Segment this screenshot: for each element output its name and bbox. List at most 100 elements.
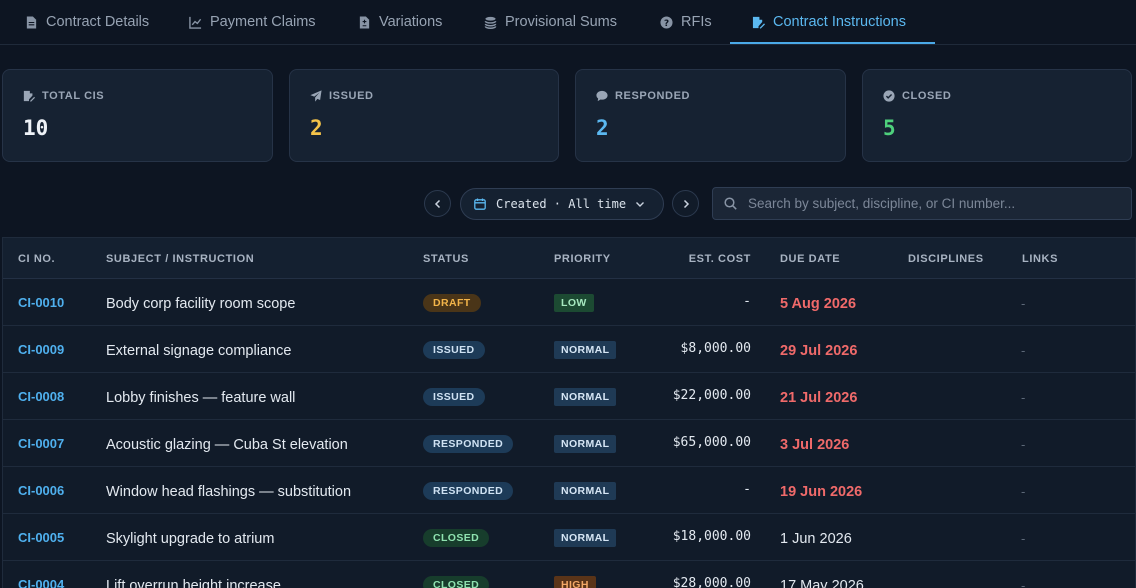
status-badge: ISSUED bbox=[423, 341, 485, 359]
subject-text: Lobby finishes — feature wall bbox=[106, 390, 296, 406]
search-icon bbox=[724, 197, 737, 210]
stat-card-total: TOTAL CIS 10 bbox=[2, 69, 273, 162]
status-badge: DRAFT bbox=[423, 294, 481, 312]
estimated-cost: $18,000.00 bbox=[672, 529, 751, 544]
tab-contract-instructions[interactable]: Contract Instructions bbox=[751, 0, 906, 44]
edit-document-icon bbox=[751, 15, 765, 29]
tab-provisional-sums[interactable]: Provisional Sums bbox=[483, 0, 617, 44]
subject-text: Window head flashings — substitution bbox=[106, 484, 352, 500]
file-diff-icon bbox=[357, 15, 371, 29]
question-circle-icon: ? bbox=[659, 15, 673, 29]
tab-label: Contract Instructions bbox=[773, 14, 906, 30]
estimated-cost: - bbox=[743, 294, 751, 309]
table-header: CI NO. SUBJECT / INSTRUCTION STATUS PRIO… bbox=[3, 238, 1135, 279]
search-box bbox=[712, 187, 1132, 220]
stat-label-row: RESPONDED bbox=[596, 90, 690, 102]
priority-badge: NORMAL bbox=[554, 482, 617, 500]
column-header-links[interactable]: LINKS bbox=[1022, 253, 1058, 265]
svg-text:?: ? bbox=[663, 18, 668, 28]
ci-number-link[interactable]: CI-0010 bbox=[18, 295, 64, 310]
column-header-ci-no[interactable]: CI NO. bbox=[18, 253, 55, 265]
table-row[interactable]: CI-0009 External signage compliance ISSUED… bbox=[3, 326, 1135, 373]
table-row[interactable]: CI-0007 Acoustic glazing — Cuba St elevat… bbox=[3, 420, 1135, 467]
tab-label: RFIs bbox=[681, 14, 712, 30]
links-value: - bbox=[1021, 296, 1026, 311]
tab-variations[interactable]: Variations bbox=[357, 0, 442, 44]
stat-label: ISSUED bbox=[329, 90, 374, 102]
estimated-cost: $22,000.00 bbox=[672, 388, 751, 403]
subject-text: Lift overrun height increase bbox=[106, 578, 281, 588]
stat-label: RESPONDED bbox=[615, 90, 691, 102]
chevron-left-icon bbox=[434, 199, 440, 208]
priority-badge: NORMAL bbox=[554, 341, 617, 359]
column-header-est-cost[interactable]: EST. COST bbox=[689, 253, 751, 265]
table-row[interactable]: CI-0004 Lift overrun height increase CLOSE… bbox=[3, 561, 1135, 588]
date-range-label: Created · All time bbox=[496, 197, 627, 211]
paper-plane-icon bbox=[310, 90, 322, 102]
ci-number-link[interactable]: CI-0009 bbox=[18, 342, 64, 357]
status-badge: RESPONDED bbox=[423, 435, 514, 453]
edit-document-icon bbox=[23, 90, 35, 102]
status-badge: ISSUED bbox=[423, 388, 485, 406]
tab-bar: Contract Details Payment Claims Variatio… bbox=[0, 0, 1136, 45]
column-header-subject[interactable]: SUBJECT / INSTRUCTION bbox=[106, 253, 254, 265]
status-badge: CLOSED bbox=[423, 576, 490, 588]
column-header-priority[interactable]: PRIORITY bbox=[554, 253, 611, 265]
table-row[interactable]: CI-0008 Lobby finishes — feature wall ISSU… bbox=[3, 373, 1135, 420]
previous-period-button[interactable] bbox=[424, 190, 451, 217]
links-value: - bbox=[1021, 437, 1026, 452]
next-period-button[interactable] bbox=[672, 190, 699, 217]
active-tab-indicator bbox=[730, 42, 935, 44]
ci-number-link[interactable]: CI-0005 bbox=[18, 530, 64, 545]
stat-value: 5 bbox=[883, 116, 896, 140]
tab-label: Contract Details bbox=[46, 14, 150, 30]
due-date: 17 May 2026 bbox=[780, 578, 864, 588]
stat-label: TOTAL CIS bbox=[42, 90, 105, 102]
subject-text: Acoustic glazing — Cuba St elevation bbox=[106, 437, 348, 453]
tab-contract-details[interactable]: Contract Details bbox=[24, 0, 149, 44]
ci-number-link[interactable]: CI-0004 bbox=[18, 577, 64, 588]
table-row[interactable]: CI-0010 Body corp facility room scope DRAF… bbox=[3, 279, 1135, 326]
subject-text: Skylight upgrade to atrium bbox=[106, 531, 275, 547]
chevron-right-icon bbox=[683, 199, 689, 208]
tab-label: Variations bbox=[379, 14, 443, 30]
due-date: 19 Jun 2026 bbox=[780, 484, 863, 500]
tab-payment-claims[interactable]: Payment Claims bbox=[188, 0, 316, 44]
ci-number-link[interactable]: CI-0006 bbox=[18, 483, 64, 498]
links-value: - bbox=[1021, 578, 1026, 588]
stat-value: 2 bbox=[310, 116, 323, 140]
stat-label-row: CLOSED bbox=[883, 90, 951, 102]
ci-number-link[interactable]: CI-0008 bbox=[18, 389, 64, 404]
stat-label-row: TOTAL CIS bbox=[23, 90, 104, 102]
stat-card-closed: CLOSED 5 bbox=[862, 69, 1132, 162]
due-date: 5 Aug 2026 bbox=[780, 296, 857, 312]
stat-card-issued: ISSUED 2 bbox=[289, 69, 559, 162]
tab-label: Provisional Sums bbox=[505, 14, 618, 30]
ci-number-link[interactable]: CI-0007 bbox=[18, 436, 64, 451]
status-badge: CLOSED bbox=[423, 529, 490, 547]
column-header-disciplines[interactable]: DISCIPLINES bbox=[908, 253, 984, 265]
priority-badge: NORMAL bbox=[554, 388, 617, 406]
table-row[interactable]: CI-0005 Skylight upgrade to atrium CLOSED N… bbox=[3, 514, 1135, 561]
contract-instructions-table: CI NO. SUBJECT / INSTRUCTION STATUS PRIO… bbox=[2, 237, 1136, 588]
stat-card-responded: RESPONDED 2 bbox=[575, 69, 846, 162]
links-value: - bbox=[1021, 531, 1026, 546]
estimated-cost: $8,000.00 bbox=[680, 341, 751, 356]
column-header-status[interactable]: STATUS bbox=[423, 253, 469, 265]
table-row[interactable]: CI-0006 Window head flashings — substitut… bbox=[3, 467, 1135, 514]
subject-text: Body corp facility room scope bbox=[106, 296, 296, 312]
calendar-icon bbox=[474, 198, 486, 210]
date-range-dropdown[interactable]: Created · All time bbox=[460, 188, 664, 220]
due-date: 1 Jun 2026 bbox=[780, 531, 852, 547]
chart-line-icon bbox=[188, 15, 202, 29]
due-date: 29 Jul 2026 bbox=[780, 343, 858, 359]
stat-value: 2 bbox=[596, 116, 609, 140]
links-value: - bbox=[1021, 390, 1026, 405]
status-badge: RESPONDED bbox=[423, 482, 514, 500]
tab-rfis[interactable]: ? RFIs bbox=[659, 0, 712, 44]
search-input[interactable] bbox=[748, 196, 1108, 211]
priority-badge: LOW bbox=[554, 294, 594, 312]
estimated-cost: - bbox=[743, 482, 751, 497]
coins-icon bbox=[483, 15, 497, 29]
column-header-due-date[interactable]: DUE DATE bbox=[780, 253, 840, 265]
